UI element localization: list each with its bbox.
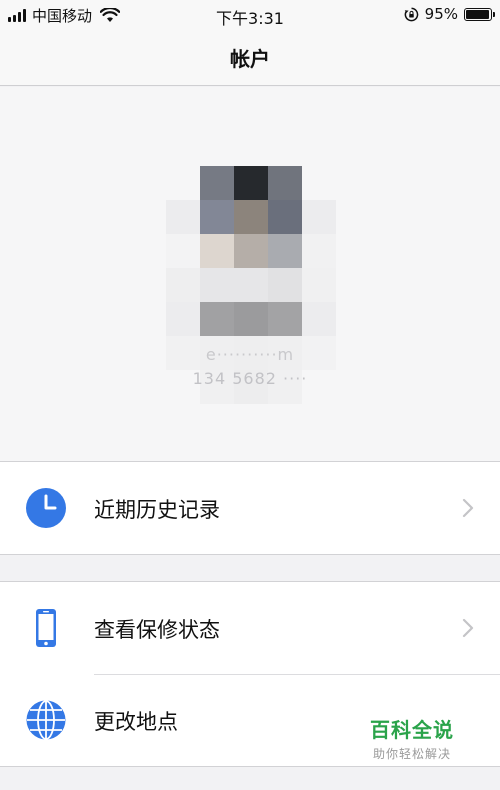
clock-icon — [26, 488, 66, 528]
profile-email: e··········m — [205, 345, 295, 364]
battery-icon — [464, 7, 495, 21]
navigation-bar: 帐户 — [0, 30, 500, 86]
menu-group-history: 近期历史记录 — [0, 461, 500, 555]
chevron-right-icon — [462, 618, 474, 638]
profile-phone: 134 5682 ···· — [192, 369, 308, 388]
watermark-title: 百科全说 — [370, 718, 454, 742]
battery-percent: 95% — [424, 5, 458, 23]
page-title: 帐户 — [230, 47, 270, 71]
phone-icon — [36, 609, 56, 647]
chevron-right-icon — [462, 498, 474, 518]
status-bar: 中国移动 下午3:31 95% — [0, 0, 500, 30]
change-location-label: 更改地点 — [94, 710, 178, 734]
rotation-lock-icon — [404, 7, 418, 21]
profile-header: e··········m 134 5682 ···· — [0, 87, 500, 461]
watermark-subtitle: 助你轻松解决 — [372, 747, 451, 761]
avatar[interactable] — [166, 166, 336, 404]
warranty-status-label: 查看保修状态 — [94, 618, 220, 642]
warranty-status-row[interactable]: 查看保修状态 — [0, 582, 500, 674]
recent-history-label: 近期历史记录 — [94, 498, 220, 522]
watermark-logo: 百科全说 助你轻松解决 — [364, 714, 460, 762]
globe-icon — [26, 700, 66, 740]
recent-history-row[interactable]: 近期历史记录 — [0, 462, 500, 554]
